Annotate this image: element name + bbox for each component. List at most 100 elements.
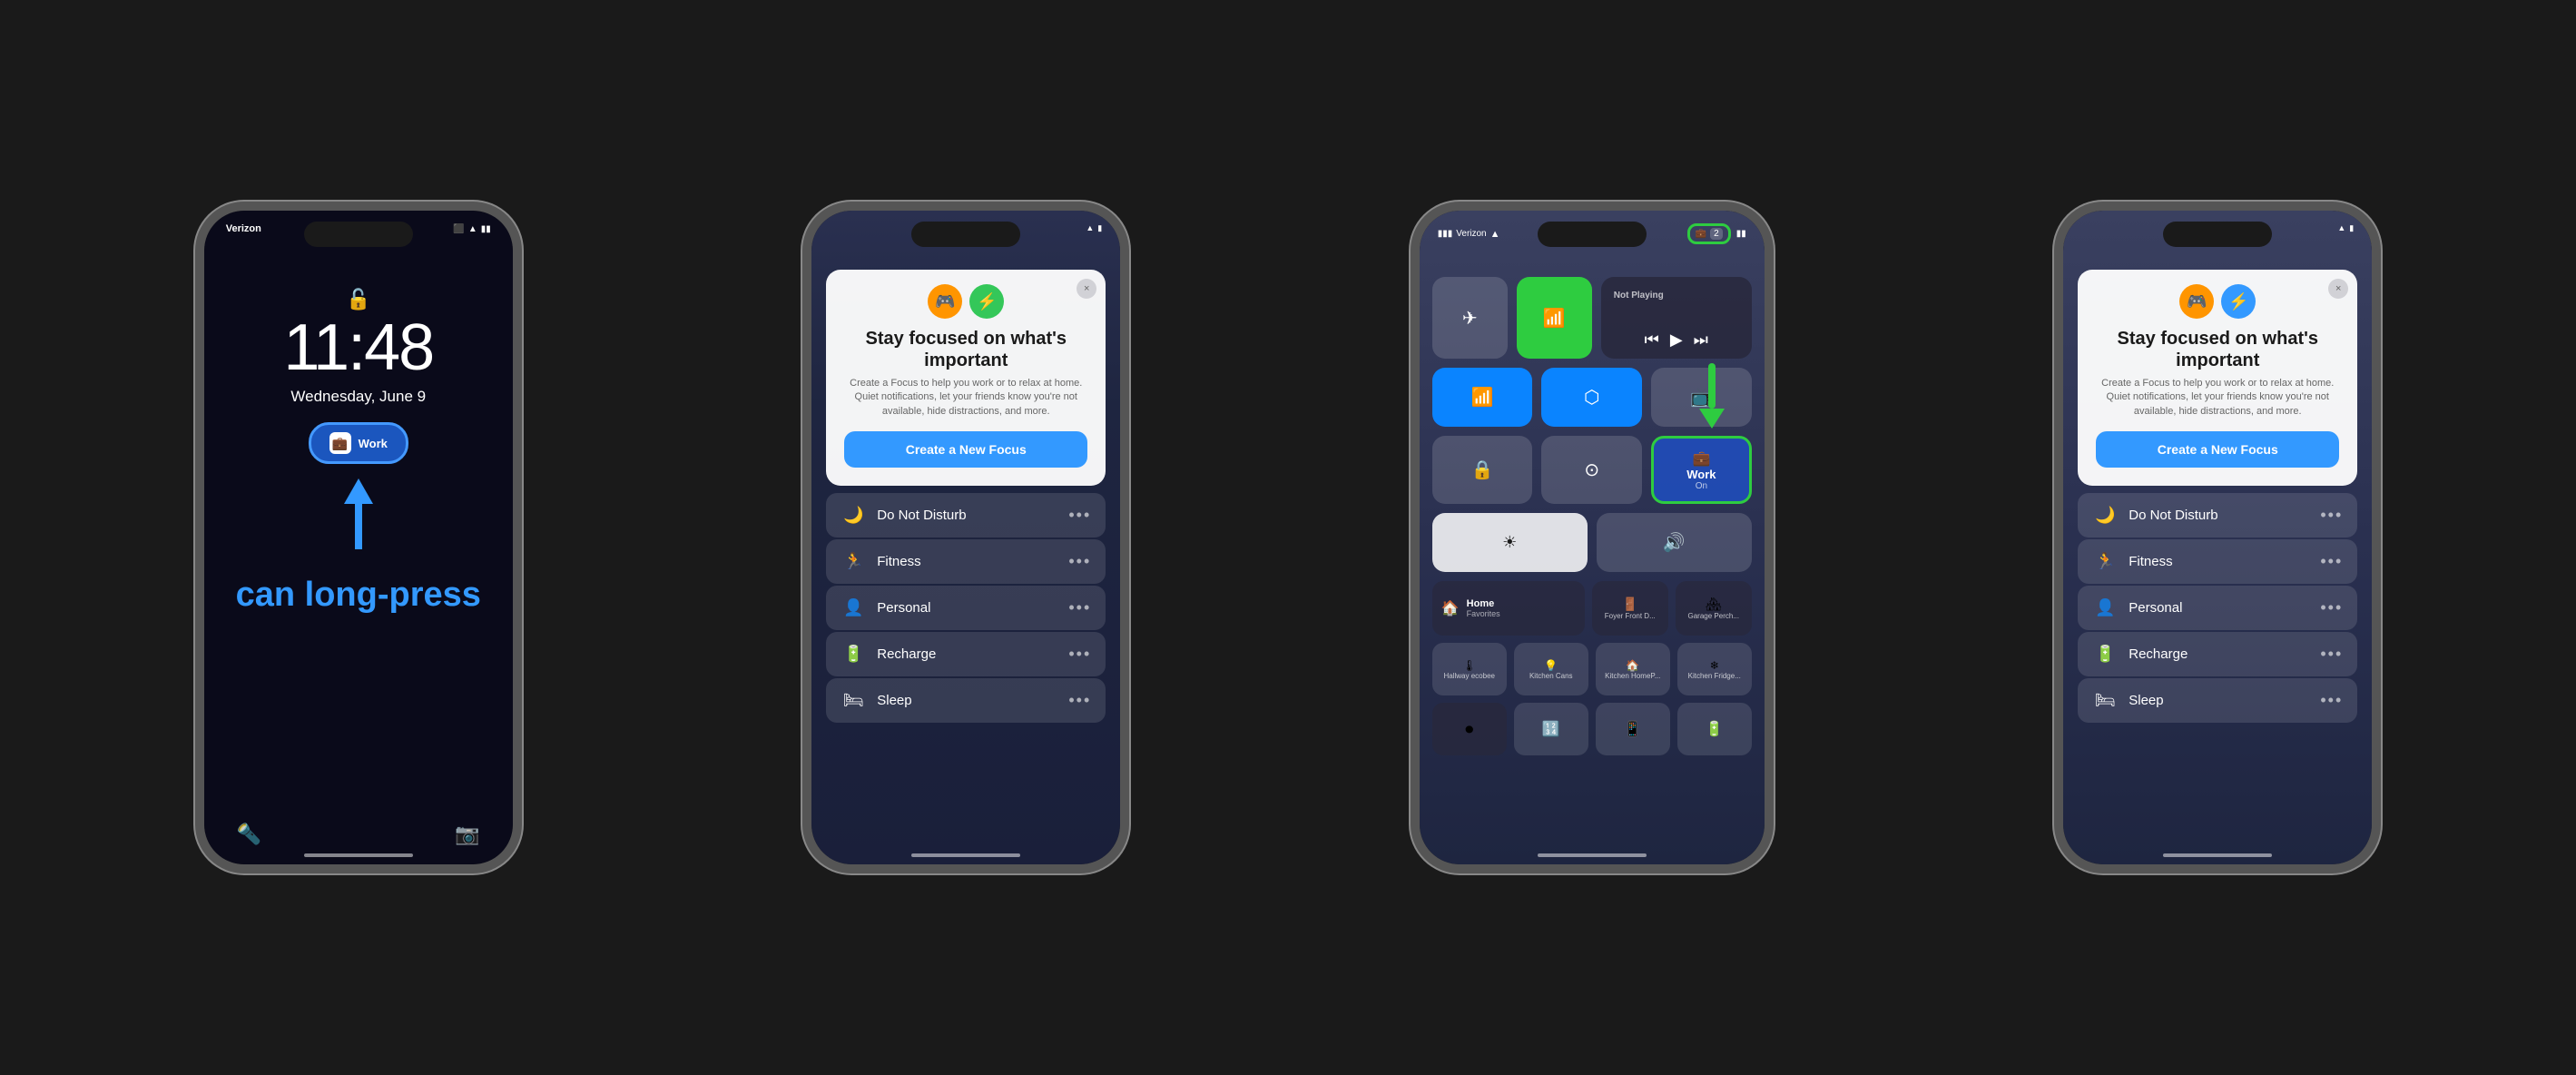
list-item-left-r2: 🔋 Recharge: [2092, 645, 2188, 664]
home-tile[interactable]: 🏠 Home Favorites: [1432, 581, 1585, 636]
list-item-fitness[interactable]: 🏃 Fitness •••: [826, 539, 1106, 584]
cc-row-1: ✈ 📶 Not Playing ⏮ ▶: [1432, 277, 1752, 359]
wifi-cc: ▲: [1490, 229, 1500, 240]
record-big-tile[interactable]: ⏺: [1432, 703, 1507, 755]
hallway-tile[interactable]: 🌡 Hallway ecobee: [1432, 643, 1507, 695]
not-playing-text: Not Playing: [1614, 291, 1664, 301]
bluetooth-tile[interactable]: ⬡: [1541, 368, 1642, 427]
list-item-recharge-2[interactable]: 🔋 Recharge •••: [2078, 632, 2357, 676]
personal-dots[interactable]: •••: [1068, 598, 1091, 617]
flashlight-icon[interactable]: 🔦: [237, 823, 261, 846]
cc-row-6: 🌡 Hallway ecobee 💡 Kitchen Cans 🏠 Kitche…: [1432, 643, 1752, 695]
remote-icon: 📱: [1624, 720, 1642, 738]
calculator-tile[interactable]: 🔢: [1514, 703, 1588, 755]
screen-lock-tile[interactable]: 🔒: [1432, 436, 1533, 504]
wifi-tile[interactable]: 📶: [1432, 368, 1533, 427]
phone-1-frame: Verizon ⬛ ▲ ▮▮ 🔓 11:48 Wednesday, June 9…: [195, 202, 522, 873]
battery-status: ▮: [1097, 223, 1102, 233]
arrow-annotation: [344, 478, 373, 549]
kitchen-home-icon: 🏠: [1626, 659, 1639, 672]
list-item-personal-2[interactable]: 👤 Personal •••: [2078, 586, 2357, 630]
focus-subtitle-2: Create a Focus to help you work or to re…: [2096, 377, 2339, 419]
airplane-icon: ✈: [1462, 307, 1478, 330]
cellular-tile[interactable]: 📶: [1517, 277, 1592, 359]
kitchen-fridge-icon: ❄: [1710, 659, 1719, 672]
not-playing-label: Not Playing: [1614, 286, 1739, 302]
personal-dots-2[interactable]: •••: [2320, 598, 2343, 617]
not-playing-tile[interactable]: Not Playing ⏮ ▶ ⏭: [1601, 277, 1752, 359]
sleep-dots[interactable]: •••: [1068, 691, 1091, 710]
garage-icon: 🏘: [1706, 597, 1722, 612]
lock-time: 11:48: [283, 315, 433, 380]
focus-badge[interactable]: 💼 Work: [309, 422, 408, 464]
focus-icon-3: 🎮: [2179, 284, 2214, 319]
close-button-2[interactable]: ×: [2328, 279, 2348, 299]
remote-tile[interactable]: 📱: [1596, 703, 1670, 755]
work-focus-tile[interactable]: 💼 Work On: [1651, 436, 1752, 504]
recharge-dots-2[interactable]: •••: [2320, 645, 2343, 664]
camera-icon[interactable]: 📷: [455, 823, 479, 846]
home-sub: Favorites: [1467, 609, 1500, 618]
create-new-focus-button[interactable]: Create a New Focus: [844, 431, 1087, 468]
kitchen-cans-label: Kitchen Cans: [1529, 672, 1573, 680]
garage-tile[interactable]: 🏘 Garage Perch...: [1676, 581, 1752, 636]
forward-icon[interactable]: ⏭: [1694, 330, 1708, 350]
focus-header-card-2: × 🎮 ⚡ Stay focused on what's important C…: [2078, 270, 2357, 486]
phone-2-frame: ▲ ▮ × 🎮 ⚡ Stay focused on what's importa…: [802, 202, 1129, 873]
kitchen-home-tile[interactable]: 🏠 Kitchen HomeP...: [1596, 643, 1670, 695]
recharge-label: Recharge: [877, 646, 936, 662]
green-arrow: [1699, 363, 1725, 429]
play-icon[interactable]: ▶: [1670, 330, 1683, 350]
battery-tile[interactable]: 🔋: [1677, 703, 1752, 755]
sleep-dots-2[interactable]: •••: [2320, 691, 2343, 710]
list-item-fitness-2[interactable]: 🏃 Fitness •••: [2078, 539, 2357, 584]
focus-subtitle: Create a Focus to help you work or to re…: [844, 377, 1087, 419]
fitness-dots[interactable]: •••: [1068, 552, 1091, 571]
screen-record-tile[interactable]: ⊙: [1541, 436, 1642, 504]
brightness-icon: ☀: [1502, 533, 1517, 552]
focus-header-card: × 🎮 ⚡ Stay focused on what's important C…: [826, 270, 1106, 486]
focus-menu-screen-2: ▲ ▮ × 🎮 ⚡ Stay focused on what's importa…: [2063, 211, 2372, 864]
recharge-dots[interactable]: •••: [1068, 645, 1091, 664]
front-door-label: Foyer Front D...: [1605, 612, 1656, 620]
list-item-dnd-2[interactable]: 🌙 Do Not Disturb •••: [2078, 493, 2357, 538]
home-indicator-cc: [1538, 853, 1647, 857]
kitchen-fridge-tile[interactable]: ❄ Kitchen Fridge...: [1677, 643, 1752, 695]
airplane-tile[interactable]: ✈: [1432, 277, 1508, 359]
brightness-tile[interactable]: ☀: [1432, 513, 1588, 572]
list-item-sleep[interactable]: 🛏 Sleep •••: [826, 678, 1106, 723]
dnd-dots[interactable]: •••: [1068, 506, 1091, 525]
dnd-icon-2: 🌙: [2092, 506, 2118, 525]
create-new-focus-button-2[interactable]: Create a New Focus: [2096, 431, 2339, 468]
kitchen-cans-tile[interactable]: 💡 Kitchen Cans: [1514, 643, 1588, 695]
carrier-cc: Verizon: [1456, 229, 1486, 239]
focus-indicator-area: 💼 2: [1687, 223, 1731, 244]
front-door-icon: 🚪: [1622, 597, 1637, 612]
sleep-label-2: Sleep: [2129, 693, 2163, 708]
home-indicator: [911, 853, 1020, 857]
kitchen-cans-icon: 💡: [1544, 659, 1558, 672]
fitness-label-2: Fitness: [2129, 554, 2172, 569]
list-item-recharge[interactable]: 🔋 Recharge •••: [826, 632, 1106, 676]
wifi-tile-icon: 📶: [1471, 386, 1494, 409]
dnd-icon: 🌙: [841, 506, 866, 525]
close-icon: ×: [1084, 283, 1089, 294]
list-item-sleep-2[interactable]: 🛏 Sleep •••: [2078, 678, 2357, 723]
work-focus-sub: On: [1696, 481, 1707, 491]
dnd-dots-2[interactable]: •••: [2320, 506, 2343, 525]
focus-icon-2: ⚡: [969, 284, 1004, 319]
rewind-icon[interactable]: ⏮: [1645, 330, 1659, 350]
playback-controls: ⏮ ▶ ⏭: [1614, 330, 1739, 350]
close-button[interactable]: ×: [1077, 279, 1096, 299]
wifi-status-4: ▲: [2337, 223, 2345, 233]
lock-rotation-icon: 🔒: [1471, 459, 1494, 481]
focus-badge-icon: 💼: [329, 432, 351, 454]
volume-tile[interactable]: 🔊: [1597, 513, 1752, 572]
list-item-dnd[interactable]: 🌙 Do Not Disturb •••: [826, 493, 1106, 538]
fitness-dots-2[interactable]: •••: [2320, 552, 2343, 571]
front-door-tile[interactable]: 🚪 Foyer Front D...: [1592, 581, 1668, 636]
list-item-personal[interactable]: 👤 Personal •••: [826, 586, 1106, 630]
fitness-icon-2: 🏃: [2092, 552, 2118, 571]
recharge-label-2: Recharge: [2129, 646, 2188, 662]
recharge-icon-2: 🔋: [2092, 645, 2118, 664]
